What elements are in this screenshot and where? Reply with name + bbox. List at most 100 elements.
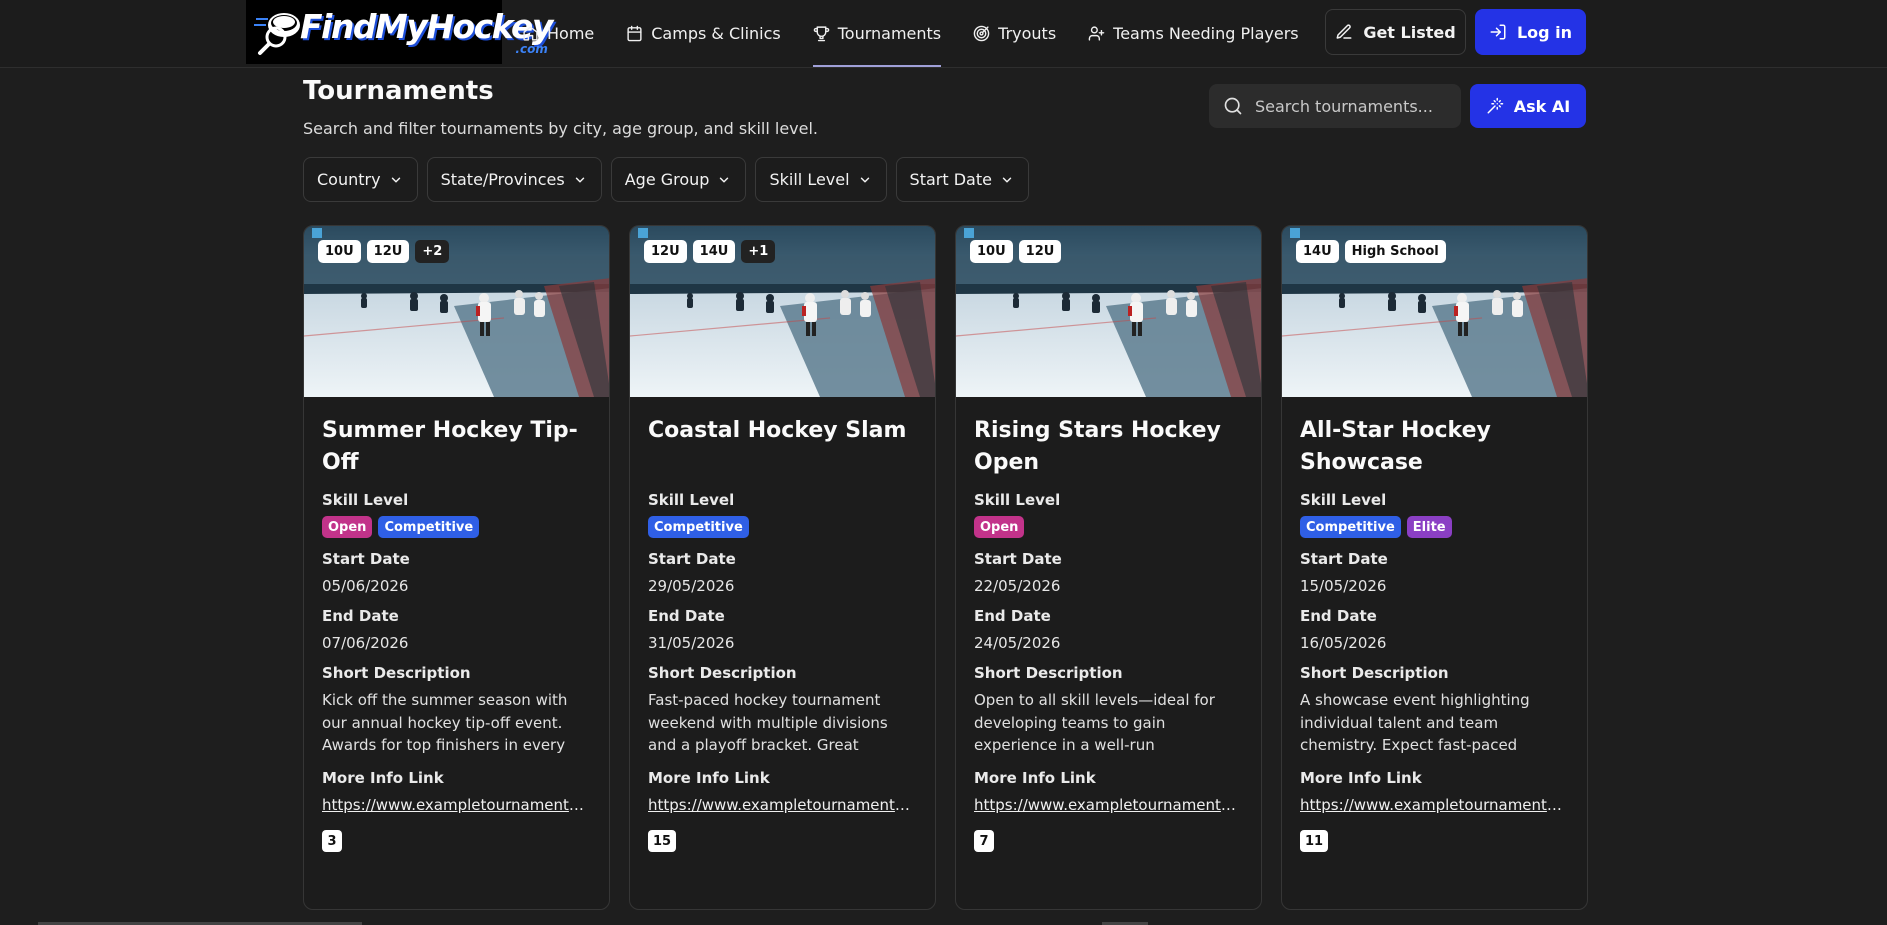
tournament-title[interactable]: Coastal Hockey Slam: [648, 415, 917, 491]
skill-level-label: Skill Level: [1300, 491, 1387, 509]
chevron-down-icon: [391, 177, 400, 182]
tournament-card-grid: 10U 12U +2 Summer Hockey Tip-Off Skill Lev…: [303, 225, 1588, 910]
login-label: Log in: [1516, 22, 1573, 42]
card-image: 12U 14U +1: [630, 226, 935, 397]
users-icon: [1088, 26, 1105, 41]
nav-camps-clinics[interactable]: Camps & Clinics: [626, 0, 781, 67]
findmyhockey-logo[interactable]: FindMyHockey .com: [246, 0, 553, 64]
skill-badge: Competitive: [378, 516, 480, 538]
start-date-value: 29/05/2026: [648, 577, 735, 595]
skill-badges: Competitive Elite: [1300, 516, 1569, 538]
end-date-value: 24/05/2026: [974, 634, 1061, 652]
end-date-label: End Date: [1300, 607, 1377, 625]
more-info-link[interactable]: https://www.exampletournaments.c...: [648, 796, 917, 814]
age-group-tag: 12U: [1018, 240, 1062, 263]
age-group-tags: 10U 12U +2: [318, 240, 450, 263]
short-description-label: Short Description: [1300, 664, 1449, 682]
short-description-text: Kick off the summer season with our annu…: [322, 691, 568, 754]
age-group-tag: +1: [741, 240, 776, 263]
end-date-value: 07/06/2026: [322, 634, 409, 652]
count-badge: 7: [974, 830, 994, 852]
more-info-label: More Info Link: [322, 769, 444, 787]
short-description-label: Short Description: [648, 664, 797, 682]
ask-ai-button[interactable]: Ask AI: [1470, 84, 1586, 128]
end-date-value: 16/05/2026: [1300, 634, 1387, 652]
start-date-value: 22/05/2026: [974, 577, 1061, 595]
nav-tournaments-label: Tournaments: [837, 24, 942, 43]
start-date-value: 15/05/2026: [1300, 577, 1387, 595]
tournament-title[interactable]: All-Star Hockey Showcase: [1300, 415, 1569, 491]
filter-country[interactable]: Country: [303, 157, 418, 202]
tournament-card[interactable]: 10U 12U Rising Stars Hockey Open Skill Le…: [955, 225, 1262, 910]
pen-icon: [1336, 24, 1352, 39]
short-description-label: Short Description: [974, 664, 1123, 682]
skill-level-label: Skill Level: [974, 491, 1061, 509]
end-date-label: End Date: [648, 607, 725, 625]
card-image: 10U 12U +2: [304, 226, 609, 397]
login-icon: [1490, 24, 1506, 40]
age-group-tag: 12U: [644, 240, 687, 263]
top-navbar: FindMyHockey .com Home Camps & Clinics T…: [0, 0, 1887, 68]
end-date-label: End Date: [974, 607, 1051, 625]
get-listed-label: Get Listed: [1363, 22, 1456, 42]
skill-badge: Elite: [1406, 516, 1452, 538]
more-info-label: More Info Link: [648, 769, 770, 787]
filter-label: Skill Level: [769, 170, 850, 189]
tournament-card[interactable]: 14U High School All-Star Hockey Showcase …: [1281, 225, 1588, 910]
age-group-tag: 10U: [318, 240, 361, 263]
age-group-tag: +2: [415, 240, 450, 263]
filter-label: Start Date: [909, 170, 992, 189]
tournament-title[interactable]: Summer Hockey Tip-Off: [322, 415, 591, 491]
filter-age-group[interactable]: Age Group: [610, 157, 747, 202]
start-date-label: Start Date: [974, 550, 1062, 568]
search-input[interactable]: [1255, 96, 1445, 116]
age-group-tag: 14U: [692, 240, 736, 263]
search-box[interactable]: [1209, 84, 1461, 128]
nav-camps-label: Camps & Clinics: [651, 24, 781, 43]
page-title: Tournaments: [303, 76, 494, 106]
more-info-link[interactable]: https://www.exampletournaments.c...: [322, 796, 591, 814]
search-icon: [1224, 97, 1242, 115]
skill-level-label: Skill Level: [648, 491, 735, 509]
nav-tournaments[interactable]: Tournaments: [812, 0, 942, 67]
filter-label: Country: [317, 170, 381, 189]
magic-wand-icon: [1487, 97, 1504, 114]
skill-badge: Open: [974, 516, 1025, 538]
count-badge: 15: [648, 830, 677, 852]
tournament-title[interactable]: Rising Stars Hockey Open: [974, 415, 1243, 491]
filter-start-date[interactable]: Start Date: [895, 157, 1029, 202]
nav-teams-needing-players[interactable]: Teams Needing Players: [1088, 0, 1299, 67]
age-group-tags: 14U High School: [1296, 240, 1446, 263]
end-date-label: End Date: [322, 607, 399, 625]
tournament-card[interactable]: 10U 12U +2 Summer Hockey Tip-Off Skill Lev…: [303, 225, 610, 910]
tournament-card[interactable]: 12U 14U +1 Coastal Hockey Slam Skill Level…: [629, 225, 936, 910]
nav-home[interactable]: Home: [522, 0, 594, 67]
start-date-value: 05/06/2026: [322, 577, 409, 595]
chevron-down-icon: [860, 177, 869, 182]
home-icon: [523, 26, 538, 41]
count-badge: 3: [322, 830, 342, 852]
skill-badges: Competitive: [648, 516, 917, 538]
skill-badge: Open: [322, 516, 373, 538]
nav-tryouts-label: Tryouts: [998, 24, 1057, 43]
get-listed-button[interactable]: Get Listed: [1325, 9, 1466, 55]
chevron-down-icon: [720, 177, 729, 182]
short-description-text: A showcase event highlighting individual…: [1300, 691, 1530, 754]
calendar-icon: [627, 25, 642, 42]
chevron-down-icon: [1002, 177, 1012, 182]
skill-level-label: Skill Level: [322, 491, 409, 509]
start-date-label: Start Date: [322, 550, 410, 568]
nav-tryouts[interactable]: Tryouts: [973, 0, 1056, 67]
more-info-label: More Info Link: [974, 769, 1096, 787]
age-group-tag: 12U: [366, 240, 410, 263]
more-info-link[interactable]: https://www.exampletournaments.c...: [1300, 796, 1569, 814]
age-group-tags: 12U 14U +1: [644, 240, 776, 263]
ask-ai-label: Ask AI: [1513, 96, 1571, 116]
filter-skill-level[interactable]: Skill Level: [755, 157, 887, 202]
more-info-link[interactable]: https://www.exampletournaments.c...: [974, 796, 1243, 814]
login-button[interactable]: Log in: [1475, 9, 1586, 55]
skill-badge: Competitive: [1300, 516, 1401, 538]
filter-label: Age Group: [624, 170, 710, 189]
filter-state-provinces[interactable]: State/Provinces: [426, 157, 602, 202]
age-group-tag: 10U: [970, 240, 1013, 263]
